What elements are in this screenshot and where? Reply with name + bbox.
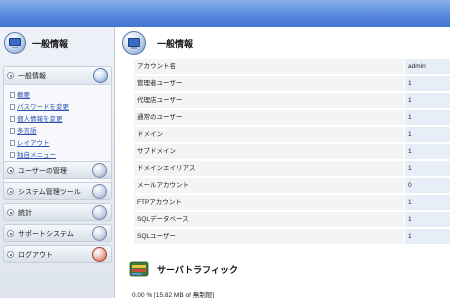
main-panel: 一般情報 アカウント名 admin 管理者ユーザー 1 代理店ユーザー 1 通常のユー… bbox=[116, 27, 450, 298]
nav-link-layout[interactable]: レイアウト bbox=[10, 137, 50, 147]
row-key: SQLユーザー bbox=[134, 229, 404, 244]
document-icon bbox=[10, 128, 15, 134]
table-row: FTPアカウント 1 bbox=[132, 195, 450, 211]
nav-section-system-tools[interactable]: システム管理ツール bbox=[3, 182, 112, 200]
row-value: 1 bbox=[405, 229, 450, 244]
nav-link-label: 独自メニュー bbox=[17, 152, 56, 159]
table-row: ドメイン 1 bbox=[132, 127, 450, 143]
nav-section-support[interactable]: サポートシステム bbox=[3, 224, 112, 242]
document-icon bbox=[10, 140, 15, 146]
nav-section-label: 統計 bbox=[18, 210, 32, 217]
logout-icon bbox=[92, 247, 107, 262]
row-key: FTPアカウント bbox=[134, 195, 404, 210]
row-key: アカウント名 bbox=[134, 59, 404, 74]
tools-icon bbox=[92, 184, 107, 199]
row-value: 1 bbox=[405, 144, 450, 159]
document-icon bbox=[10, 116, 15, 122]
monitor-icon bbox=[122, 31, 146, 55]
radio-icon bbox=[7, 230, 14, 237]
row-value: 1 bbox=[405, 76, 450, 91]
row-key: SQLデータベース bbox=[134, 212, 404, 227]
nav-section-user-management[interactable]: ユーザーの管理 bbox=[3, 161, 112, 179]
page-title: 一般情報 bbox=[157, 39, 194, 49]
radio-icon bbox=[7, 251, 14, 258]
support-icon bbox=[92, 226, 107, 241]
row-key: メールアカウント bbox=[134, 178, 404, 193]
nav-link-label: 概要 bbox=[17, 92, 30, 99]
row-value: 1 bbox=[405, 127, 450, 142]
table-row: ドメインエイリアス 1 bbox=[132, 161, 450, 177]
row-key: サブドメイン bbox=[134, 144, 404, 159]
nav-link-change-password[interactable]: パスワードを変更 bbox=[10, 101, 69, 111]
top-banner bbox=[0, 0, 450, 27]
nav-link-label: 個人情報を変更 bbox=[17, 116, 63, 123]
nav-link-languages[interactable]: 多言語 bbox=[10, 125, 37, 135]
panel-header: 一般情報 bbox=[116, 27, 450, 57]
table-row: 代理店ユーザー 1 bbox=[132, 93, 450, 109]
row-value: admin bbox=[405, 59, 450, 74]
nav-section-label: ユーザーの管理 bbox=[18, 168, 67, 175]
nav-link-custom-menu[interactable]: 独自メニュー bbox=[10, 149, 56, 159]
stats-icon bbox=[92, 205, 107, 220]
radio-icon bbox=[7, 188, 14, 195]
traffic-title: サーバトラフィック bbox=[157, 265, 239, 275]
row-value: 1 bbox=[405, 161, 450, 176]
table-row: SQLデータベース 1 bbox=[132, 212, 450, 228]
table-row: 管理者ユーザー 1 bbox=[132, 76, 450, 92]
nav-link-label: 多言語 bbox=[17, 128, 37, 135]
sidebar-header: 一般情報 bbox=[0, 27, 115, 59]
users-icon bbox=[92, 163, 107, 178]
table-row: サブドメイン 1 bbox=[132, 144, 450, 160]
nav-section-general-header[interactable]: 一般情報 bbox=[4, 67, 111, 85]
row-key: ドメインエイリアス bbox=[134, 161, 404, 176]
row-key: ドメイン bbox=[134, 127, 404, 142]
row-key: 管理者ユーザー bbox=[134, 76, 404, 91]
nav-link-change-personal-info[interactable]: 個人情報を変更 bbox=[10, 113, 63, 123]
radio-icon bbox=[7, 72, 14, 79]
nav-section-label: システム管理ツール bbox=[18, 189, 81, 196]
nav-link-label: パスワードを変更 bbox=[17, 104, 69, 111]
row-value: 0 bbox=[405, 178, 450, 193]
nav-section-statistics[interactable]: 統計 bbox=[3, 203, 112, 221]
table-row: メールアカウント 0 bbox=[132, 178, 450, 194]
document-icon bbox=[10, 104, 15, 110]
nav-link-overview[interactable]: 概要 bbox=[10, 89, 30, 99]
document-icon bbox=[10, 152, 15, 158]
radio-icon bbox=[7, 167, 14, 174]
traffic-usage-text: 0.00 % [15.82 MB of 無制限] bbox=[132, 292, 215, 298]
row-value: 1 bbox=[405, 93, 450, 108]
row-value: 1 bbox=[405, 212, 450, 227]
sidebar-title: 一般情報 bbox=[32, 39, 69, 49]
table-row: 通常のユーザー 1 bbox=[132, 110, 450, 126]
nav-link-label: レイアウト bbox=[17, 140, 50, 147]
table-row: アカウント名 admin bbox=[132, 59, 450, 75]
traffic-header: サーバトラフィック bbox=[116, 255, 450, 283]
traffic-chart-icon bbox=[129, 261, 149, 277]
table-row: SQLユーザー 1 bbox=[132, 229, 450, 245]
row-value: 1 bbox=[405, 195, 450, 210]
document-icon bbox=[10, 92, 15, 98]
sidebar: 一般情報 一般情報 概要 パスワードを変更 個人情報を変更 多言語 レイアウト … bbox=[0, 27, 115, 298]
monitor-icon bbox=[93, 68, 108, 83]
row-key: 通常のユーザー bbox=[134, 110, 404, 125]
nav-section-logout[interactable]: ログアウト bbox=[3, 245, 112, 263]
nav-section-label: サポートシステム bbox=[18, 231, 74, 238]
row-key: 代理店ユーザー bbox=[134, 93, 404, 108]
nav-section-label: ログアウト bbox=[18, 252, 53, 259]
monitor-icon bbox=[4, 32, 26, 54]
row-value: 1 bbox=[405, 110, 450, 125]
radio-icon bbox=[7, 209, 14, 216]
nav-section-label: 一般情報 bbox=[18, 73, 46, 80]
